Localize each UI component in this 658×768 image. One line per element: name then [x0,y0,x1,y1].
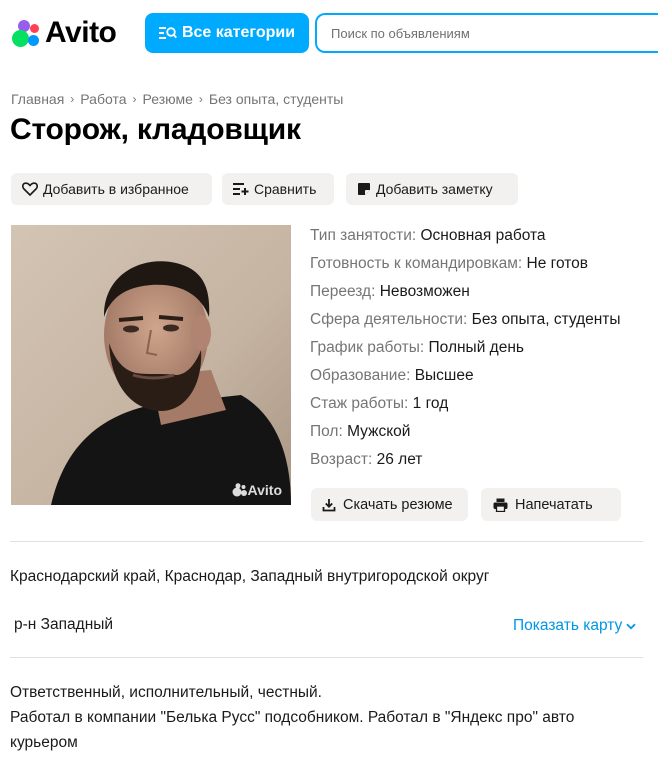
resume-photo[interactable]: Avito [11,225,291,505]
param-key: Сфера деятельности: [310,311,468,328]
photo-watermark: Avito [232,482,282,498]
breadcrumb: Главная › Работа › Резюме › Без опыта, с… [11,91,343,107]
breadcrumb-resume[interactable]: Резюме [143,91,193,107]
download-icon [322,498,336,511]
download-label: Скачать резюме [343,496,453,513]
page-title: Сторож, кладовщик [10,113,301,146]
search-box [315,13,658,53]
param-relocation: Переезд: Невозможен [310,282,621,310]
param-value: Основная работа [420,227,546,244]
compare-label: Сравнить [254,181,317,197]
divider [10,657,643,658]
param-employment-type: Тип занятости: Основная работа [310,226,621,254]
note-icon [358,183,370,195]
param-field: Сфера деятельности: Без опыта, студенты [310,310,621,338]
watermark-text: Avito [247,482,282,498]
param-value: 26 лет [376,451,423,468]
add-note-button[interactable]: Добавить заметку [346,173,518,205]
favorite-label: Добавить в избранное [43,181,189,197]
breadcrumb-work[interactable]: Работа [80,91,126,107]
avito-logo[interactable]: Avito [11,16,117,50]
categories-search-icon [158,27,177,39]
resume-params-list: Тип занятости: Основная работа Готовност… [310,226,621,478]
show-map-link[interactable]: Показать карту [513,617,636,635]
param-experience: Стаж работы: 1 год [310,394,621,422]
all-categories-label: Все категории [181,24,296,41]
logo-text: Avito [45,16,117,49]
description-line: Ответственный, исполнительный, честный. [10,684,322,701]
print-button[interactable]: Напечатать [481,488,621,521]
breadcrumb-category[interactable]: Без опыта, студенты [209,91,344,107]
print-label: Напечатать [515,496,593,513]
district-text: р-н Западный [14,616,114,633]
chevron-right-icon: › [70,92,75,106]
param-key: Пол: [310,423,343,440]
param-gender: Пол: Мужской [310,422,621,450]
param-value: 1 год [412,395,449,412]
resume-description: Ответственный, исполнительный, честный. … [10,680,640,755]
description-line: Работал в компании "Белька Русс" подсобн… [10,709,575,751]
printer-icon [493,498,508,512]
param-value: Высшее [414,367,474,384]
header: Avito Все категории [0,0,658,66]
param-key: Образование: [310,367,411,384]
param-value: Не готов [526,255,589,272]
avito-logo-icon [11,18,42,48]
param-key: Возраст: [310,451,373,468]
person-photo-image [11,225,291,505]
param-education: Образование: Высшее [310,366,621,394]
param-value: Без опыта, студенты [471,311,621,328]
param-key: Тип занятости: [310,227,417,244]
compare-button[interactable]: Сравнить [222,173,334,205]
param-business-trips: Готовность к командировкам: Не готов [310,254,621,282]
param-value: Мужской [347,423,411,440]
param-value: Невозможен [379,283,470,300]
search-input[interactable] [317,15,658,51]
param-key: Стаж работы: [310,395,409,412]
param-key: Переезд: [310,283,376,300]
chevron-down-icon [626,623,636,629]
avito-watermark-icon [232,483,247,497]
compare-icon [233,183,249,195]
show-map-label: Показать карту [513,617,623,634]
param-age: Возраст: 26 лет [310,450,621,478]
heart-icon [22,182,38,196]
chevron-right-icon: › [198,92,203,106]
all-categories-button[interactable]: Все категории [145,13,309,53]
add-to-favorites-button[interactable]: Добавить в избранное [11,173,212,205]
param-schedule: График работы: Полный день [310,338,621,366]
param-key: Готовность к командировкам: [310,255,523,272]
breadcrumb-home[interactable]: Главная [11,91,64,107]
address-text: Краснодарский край, Краснодар, Западный … [10,568,490,585]
param-key: График работы: [310,339,425,356]
divider [10,541,643,542]
chevron-right-icon: › [132,92,137,106]
note-label: Добавить заметку [376,181,493,197]
param-value: Полный день [428,339,524,356]
download-resume-button[interactable]: Скачать резюме [311,488,468,521]
